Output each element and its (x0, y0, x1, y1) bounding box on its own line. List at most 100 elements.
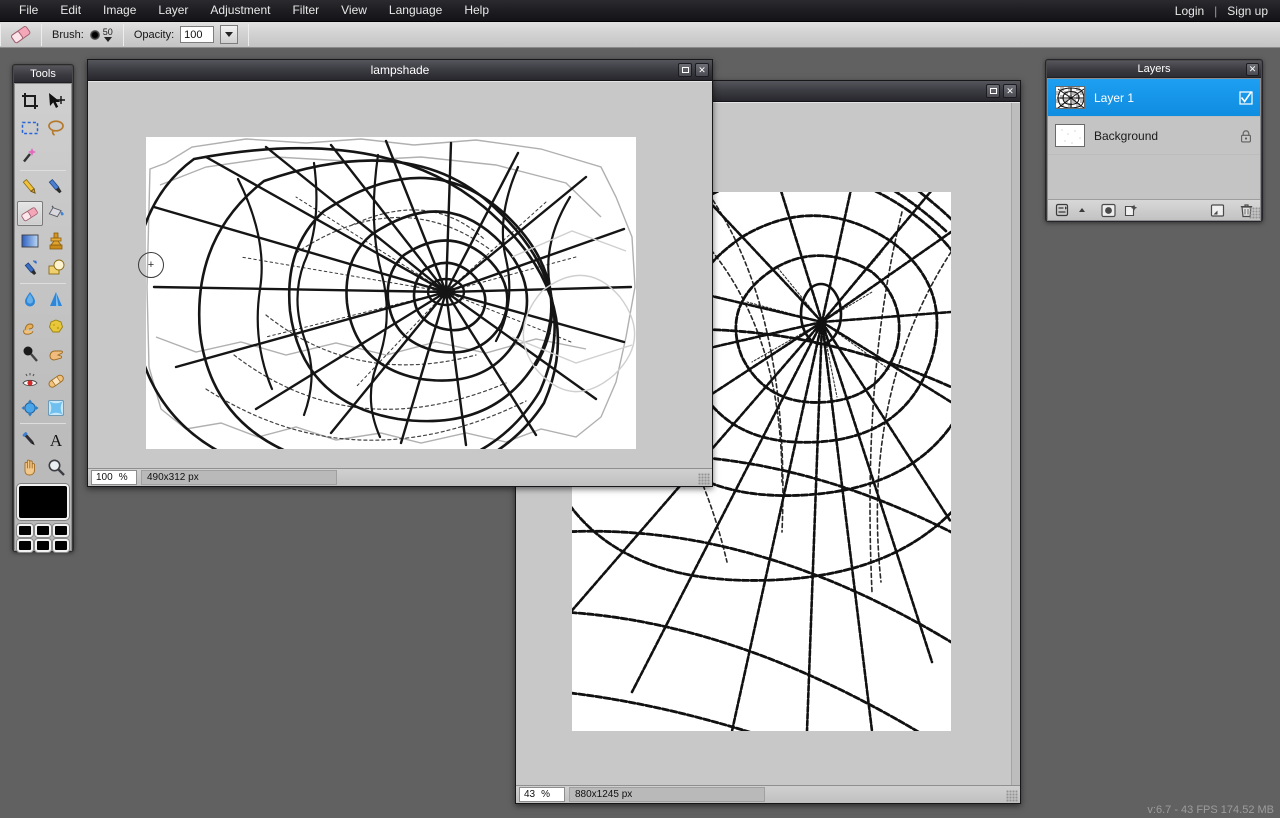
opacity-dropdown-button[interactable] (220, 25, 239, 44)
visible-checkbox[interactable] (1239, 90, 1253, 105)
cobweb-vertical-scrollbar[interactable] (1011, 103, 1020, 785)
layer-style-button[interactable] (1123, 202, 1139, 218)
eraser-icon (21, 206, 38, 221)
menu-item-layer[interactable]: Layer (147, 0, 199, 21)
spot-heal-tool[interactable] (43, 368, 69, 393)
dodge-tool[interactable] (17, 341, 43, 366)
crop-icon (22, 92, 38, 109)
menu-item-adjustment[interactable]: Adjustment (199, 0, 281, 21)
tools-divider-3 (20, 423, 66, 424)
close-button[interactable]: ✕ (695, 63, 709, 77)
paintbrush-icon (48, 178, 62, 193)
arrow-move-icon (49, 92, 65, 108)
pinch-tool[interactable] (43, 395, 69, 420)
wand-select-tool[interactable] (17, 142, 43, 167)
pixlr-editor-app: File Edit Image Layer Adjustment Filter … (0, 0, 1280, 818)
menu-item-image[interactable]: Image (92, 0, 147, 21)
pinch-icon (48, 400, 64, 415)
maximize-button[interactable] (986, 84, 1000, 98)
sharpen-tool[interactable] (43, 287, 69, 312)
type-tool[interactable]: A (43, 427, 69, 452)
color-swatch[interactable] (35, 539, 51, 552)
red-eye-tool[interactable] (17, 368, 43, 393)
menu-item-edit[interactable]: Edit (49, 0, 92, 21)
add-layer-button[interactable] (1209, 202, 1225, 218)
burn-tool[interactable] (43, 341, 69, 366)
color-swatch[interactable] (53, 524, 69, 537)
lampshade-resize-grip[interactable] (698, 473, 710, 485)
clone-stamp-tool[interactable] (43, 228, 69, 253)
hand-tool[interactable] (17, 454, 43, 479)
new-layer-icon (1210, 203, 1224, 217)
cobweb-resize-grip[interactable] (1006, 790, 1018, 802)
primary-color-swatch[interactable] (17, 484, 69, 520)
brush-option-group[interactable]: Brush: 50 (42, 22, 123, 47)
layer-row[interactable]: Background (1048, 117, 1260, 155)
move-tool[interactable] (43, 88, 69, 113)
lampshade-window-titlebar[interactable]: lampshade ✕ (88, 60, 712, 81)
lampshade-canvas[interactable] (146, 137, 636, 449)
water-drop-icon (25, 291, 35, 306)
color-swatch[interactable] (17, 539, 33, 552)
lampshade-zoom-control[interactable]: 100 % (91, 470, 137, 485)
drawing-tool[interactable] (43, 255, 69, 280)
color-swatch[interactable] (35, 524, 51, 537)
blend-mode-caret[interactable] (1077, 202, 1086, 218)
magic-wand-icon (23, 147, 36, 162)
opacity-input[interactable] (180, 26, 215, 43)
layers-resize-grip[interactable] (1249, 207, 1261, 219)
chevron-down-icon[interactable] (103, 36, 112, 42)
replace-color-tool[interactable] (17, 255, 43, 280)
menu-item-language[interactable]: Language (378, 0, 453, 21)
brush-preview[interactable]: 50 (89, 26, 113, 42)
lampshade-status-bar: 100 % 490x312 px (88, 468, 712, 486)
close-button[interactable]: ✕ (1003, 84, 1017, 98)
pencil-tool[interactable] (17, 174, 43, 199)
layer-mask-button[interactable] (1100, 202, 1116, 218)
lampshade-window[interactable]: lampshade ✕ + 100 % 490x312 px (87, 59, 713, 487)
zoom-tool[interactable] (43, 454, 69, 479)
blend-mode-button[interactable] (1054, 202, 1070, 218)
lampshade-window-title: lampshade (370, 63, 430, 77)
smudge-tool[interactable] (17, 314, 43, 339)
close-icon[interactable]: ✕ (1246, 63, 1259, 76)
brush-size-value: 50 (102, 26, 113, 37)
layers-panel-title: Layers (1137, 63, 1171, 75)
signup-link[interactable]: Sign up (1223, 4, 1272, 18)
crop-tool[interactable] (17, 88, 43, 113)
color-replace-icon (24, 259, 37, 275)
blur-tool[interactable] (17, 287, 43, 312)
opacity-option-group[interactable]: Opacity: (124, 22, 248, 47)
layer-row[interactable]: Layer 1 (1048, 79, 1260, 117)
menu-item-view[interactable]: View (330, 0, 378, 21)
cobweb-zoom-control[interactable]: 43 % (519, 787, 565, 802)
cobweb-window-buttons: ✕ (986, 84, 1017, 98)
brush-tool[interactable] (43, 174, 69, 199)
layer-thumbnail (1055, 124, 1085, 147)
color-swatch[interactable] (53, 539, 69, 552)
layer-name: Layer 1 (1094, 90, 1135, 105)
menu-item-help[interactable]: Help (453, 0, 500, 21)
login-link[interactable]: Login (1171, 4, 1208, 18)
sponge-tool[interactable] (43, 314, 69, 339)
color-swatches (17, 524, 71, 552)
layers-panel-titlebar[interactable]: Layers ✕ (1047, 61, 1261, 78)
menu-item-file[interactable]: File (8, 0, 49, 21)
lasso-tool[interactable] (43, 115, 69, 140)
lampshade-canvas-area[interactable]: + (88, 81, 712, 468)
paint-bucket-tool[interactable] (43, 201, 69, 226)
layers-panel: Layers ✕ Layer 1 Background (1045, 59, 1263, 222)
eraser-tool[interactable] (17, 201, 43, 226)
color-swatch[interactable] (17, 524, 33, 537)
lampshade-artwork (146, 137, 636, 449)
chevron-down-icon (225, 32, 234, 37)
color-picker-tool[interactable] (17, 427, 43, 452)
gradient-tool[interactable] (17, 228, 43, 253)
bloat-tool[interactable] (17, 395, 43, 420)
marquee-select-tool[interactable] (17, 115, 43, 140)
menu-item-filter[interactable]: Filter (281, 0, 330, 21)
layers-list: Layer 1 Background (1048, 79, 1260, 199)
tools-divider-2 (20, 283, 66, 284)
menu-bar: File Edit Image Layer Adjustment Filter … (0, 0, 1280, 22)
maximize-button[interactable] (678, 63, 692, 77)
